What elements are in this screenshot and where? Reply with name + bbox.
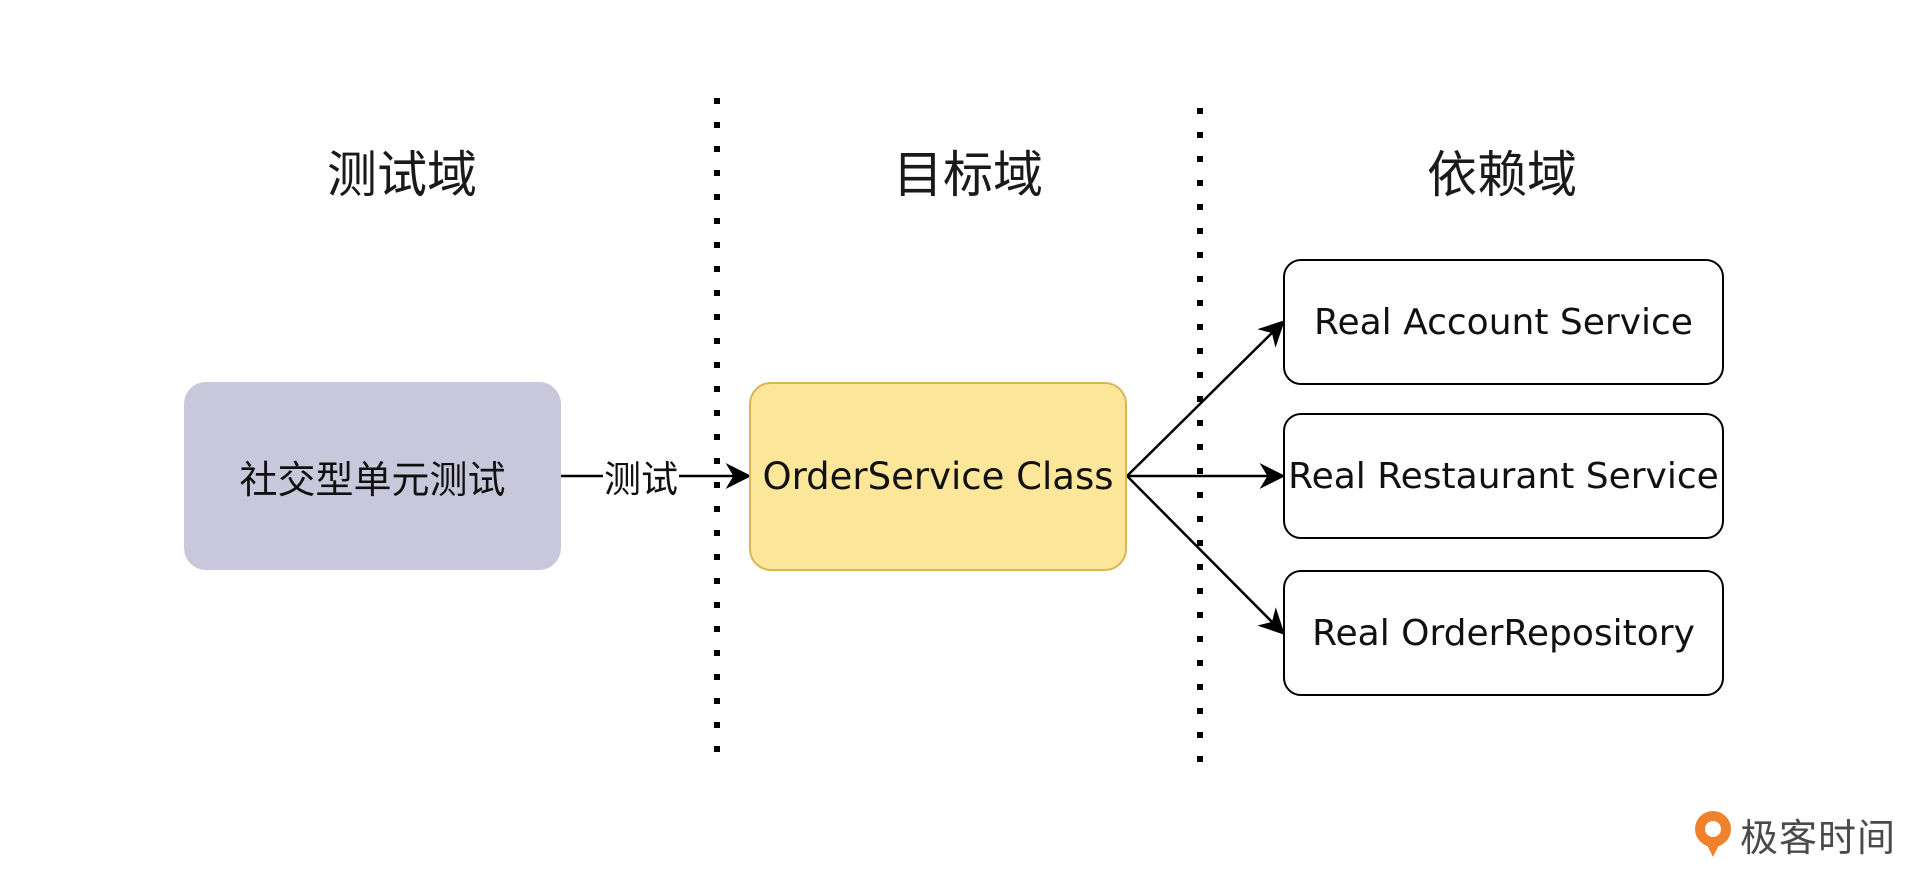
brand-watermark: 极客时间 <box>1692 808 1896 860</box>
diagram-canvas: 测试域 目标域 依赖域 社交型单元测试 OrderService Class R… <box>0 0 1920 886</box>
node-restaurant-service-label: Real Restaurant Service <box>1288 455 1719 497</box>
heading-test-domain: 测试域 <box>327 146 477 204</box>
heading-target-domain: 目标域 <box>893 146 1043 204</box>
node-account-service-label: Real Account Service <box>1314 301 1693 343</box>
node-social-unit-test-label: 社交型单元测试 <box>239 457 506 502</box>
node-order-service-label: OrderService Class <box>762 455 1114 498</box>
geektime-logo-icon <box>1695 811 1731 857</box>
node-order-repository-label: Real OrderRepository <box>1312 612 1695 654</box>
edge-target-to-repository <box>1126 475 1285 635</box>
node-order-service: OrderService Class <box>749 382 1127 571</box>
node-order-repository: Real OrderRepository <box>1283 570 1724 696</box>
heading-dependency-domain: 依赖域 <box>1427 146 1577 204</box>
node-restaurant-service: Real Restaurant Service <box>1283 413 1724 539</box>
node-account-service: Real Account Service <box>1283 259 1724 385</box>
brand-name: 极客时间 <box>1740 815 1897 860</box>
node-social-unit-test: 社交型单元测试 <box>184 382 561 570</box>
edge-target-to-account <box>1126 320 1285 477</box>
edge-label-test: 测试 <box>603 452 679 508</box>
